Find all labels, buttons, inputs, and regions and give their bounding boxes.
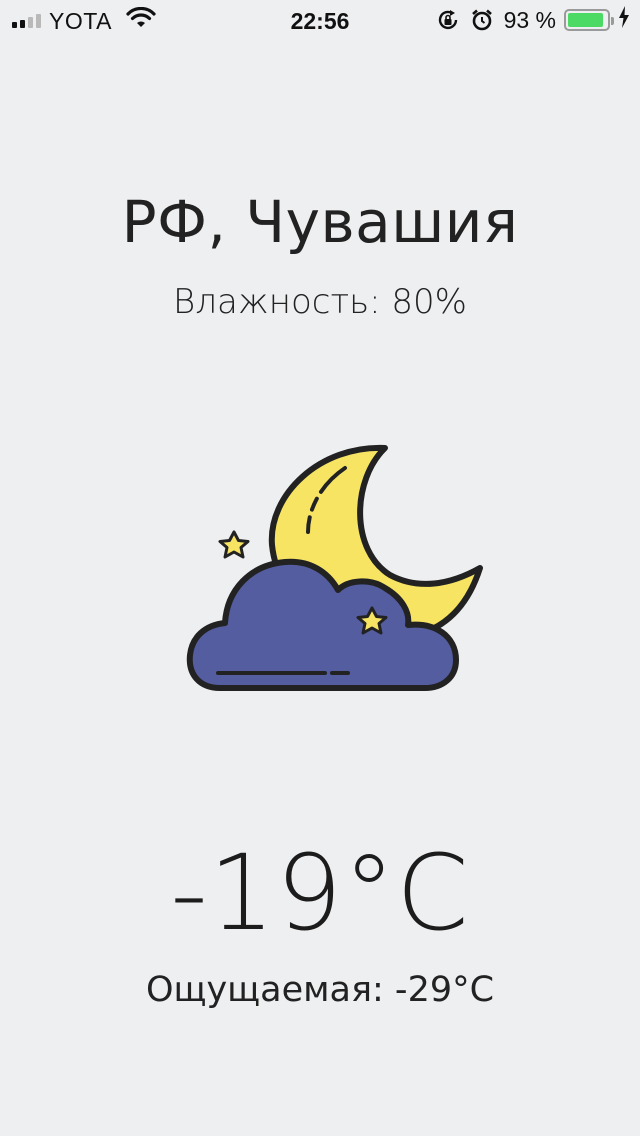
rotation-lock-icon bbox=[436, 8, 460, 32]
humidity-label: Влажность: 80% bbox=[173, 282, 467, 322]
battery-icon bbox=[564, 9, 614, 31]
alarm-icon bbox=[470, 8, 494, 32]
feels-like-label: Ощущаемая: -29°C bbox=[145, 970, 495, 1010]
battery-percent: 93 % bbox=[503, 6, 556, 33]
charging-bolt-icon bbox=[618, 6, 630, 34]
status-bar-right: 93 % bbox=[426, 6, 630, 34]
location-title: РФ, Чувашия bbox=[121, 188, 519, 256]
status-bar: YOTA 22:56 93 % bbox=[0, 0, 640, 40]
night-cloudy-icon bbox=[180, 440, 490, 700]
temperature-value: -19°C bbox=[170, 832, 470, 954]
battery-level-fill bbox=[568, 13, 603, 27]
